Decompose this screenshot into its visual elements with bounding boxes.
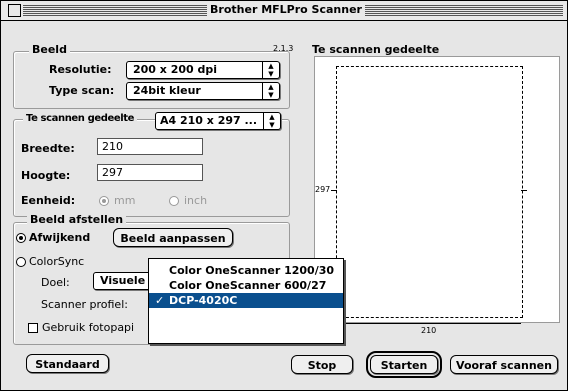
scan-frame[interactable]	[336, 66, 523, 318]
deviating-label: Afwijkend	[29, 231, 91, 244]
height-tick	[331, 190, 337, 191]
menu-item-label: Color OneScanner 1200/30	[169, 264, 335, 277]
use-photo-label: Gebruik fotopapi	[42, 321, 135, 334]
width-value: 210	[102, 140, 123, 153]
scan-type-value: 24bit kleur	[133, 84, 201, 97]
menu-item[interactable]: Color OneScanner 600/27	[149, 278, 343, 293]
menu-item[interactable]: Color OneScanner 1200/30	[149, 263, 343, 278]
popup-arrows-icon: ▲ ▼	[263, 113, 280, 129]
scanner-profile-menu[interactable]: Color OneScanner 1200/30 Color OneScanne…	[148, 258, 344, 344]
popup-arrows-icon: ▲ ▼	[262, 62, 279, 78]
prescan-button[interactable]: Vooraf scannen	[450, 355, 558, 374]
scan-type-label: Type scan:	[49, 84, 115, 97]
adjust-group-label: Beeld afstellen	[27, 213, 127, 226]
height-label: Hoogte:	[21, 169, 71, 182]
scanner-window: Brother MFLPro Scanner Beeld 2.1.3 Resol…	[0, 0, 568, 391]
unit-mm-radio[interactable]	[99, 196, 109, 206]
close-box-icon[interactable]	[8, 4, 21, 17]
paper-size-popup[interactable]: A4 210 x 297 ... ▲ ▼	[155, 112, 281, 130]
target-label: Doel:	[41, 276, 70, 289]
menu-item-selected[interactable]: ✓ DCP-4020C	[149, 293, 343, 308]
width-label: Breedte:	[21, 142, 75, 155]
popup-arrows-icon: ▲ ▼	[262, 83, 279, 99]
image-group-label: Beeld	[29, 43, 70, 56]
scanner-profile-label: Scanner profiel:	[41, 298, 128, 311]
stop-button[interactable]: Stop	[291, 355, 353, 374]
unit-inch-label: inch	[184, 194, 208, 207]
start-button[interactable]: Starten	[366, 351, 442, 378]
image-group	[13, 51, 290, 109]
unit-inch-radio[interactable]	[169, 196, 179, 206]
target-value: Visuele	[100, 274, 146, 287]
title-bar[interactable]: Brother MFLPro Scanner	[1, 1, 567, 21]
height-field[interactable]: 297	[97, 164, 203, 181]
height-tick	[521, 190, 527, 191]
width-ruler	[336, 323, 521, 324]
height-mark: 297	[315, 185, 331, 194]
preview-label: Te scannen gedeelte	[309, 43, 443, 56]
scan-area-group-label: Te scannen gedeelte	[23, 113, 138, 124]
use-photo-checkbox[interactable]	[28, 323, 38, 333]
menu-item-label: DCP-4020C	[169, 294, 238, 307]
window-title: Brother MFLPro Scanner	[207, 2, 365, 18]
resolution-popup[interactable]: 200 x 200 dpi ▲ ▼	[126, 61, 280, 79]
deviating-radio[interactable]	[16, 233, 26, 243]
width-mark: 210	[421, 326, 437, 335]
version-label: 2.1.3	[273, 44, 294, 53]
scan-type-popup[interactable]: 24bit kleur ▲ ▼	[126, 82, 280, 100]
checkmark-icon: ✓	[155, 294, 165, 307]
resolution-value: 200 x 200 dpi	[133, 63, 218, 76]
standard-button[interactable]: Standaard	[26, 354, 109, 373]
paper-size-value: A4 210 x 297 ...	[160, 114, 258, 127]
menu-item-label: Color OneScanner 600/27	[169, 279, 327, 292]
resolution-label: Resolutie:	[49, 63, 112, 76]
colorsync-radio[interactable]	[16, 257, 26, 267]
width-field[interactable]: 210	[97, 138, 203, 155]
height-value: 297	[102, 166, 123, 179]
adjust-image-button[interactable]: Beeld aanpassen	[113, 228, 233, 247]
colorsync-label: ColorSync	[29, 255, 85, 268]
unit-label: Eenheid:	[21, 194, 76, 207]
unit-mm-label: mm	[114, 194, 136, 207]
